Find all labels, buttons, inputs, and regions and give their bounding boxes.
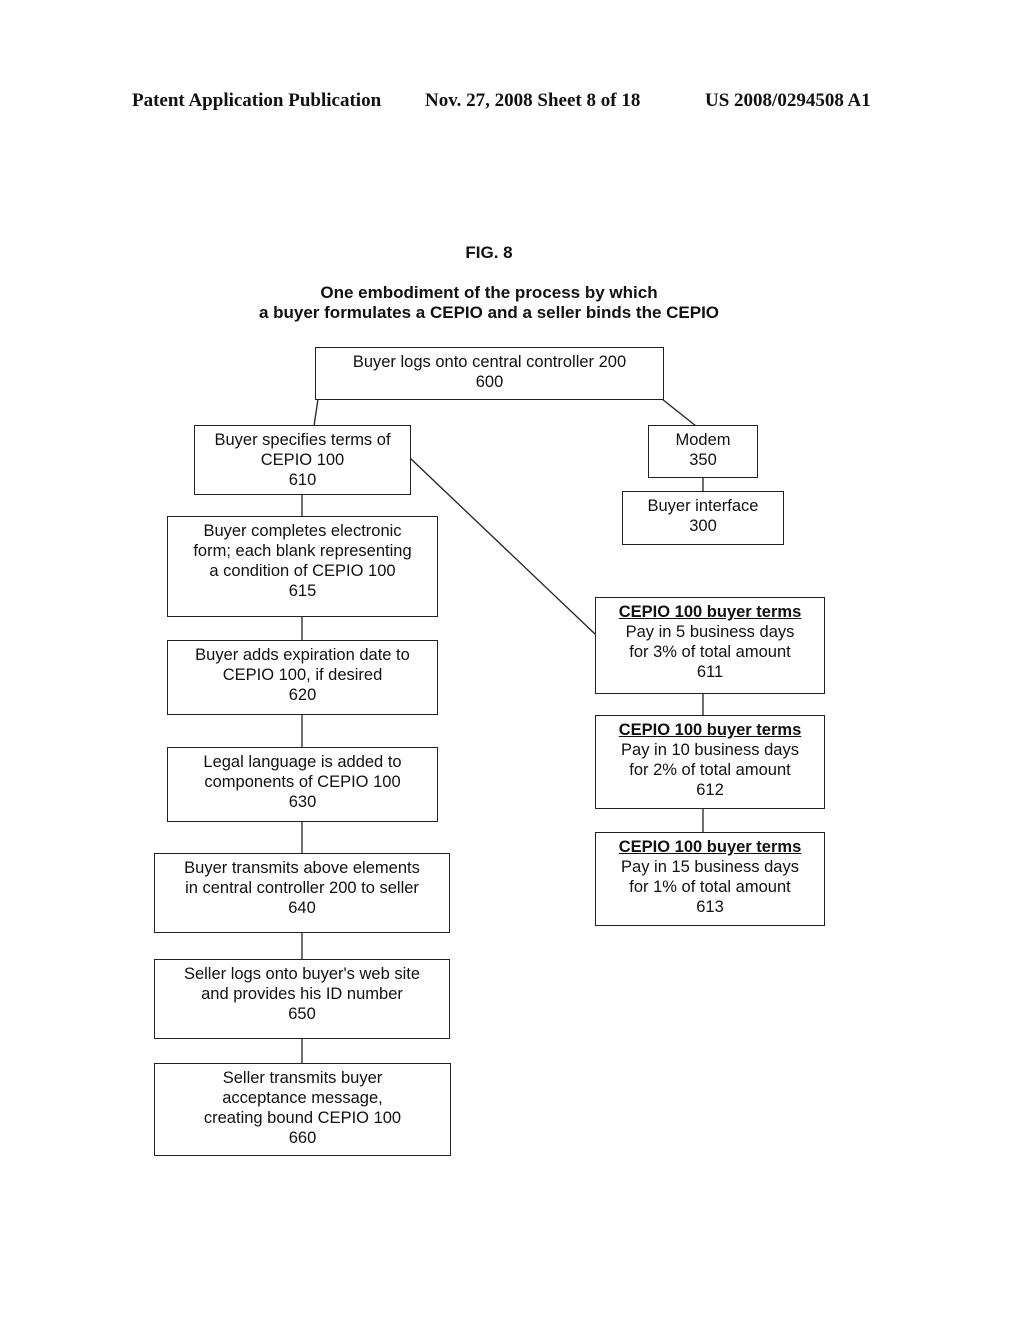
terms-612-line-2: for 2% of total amount xyxy=(629,761,791,779)
step-615-buyer-completes-form: Buyer completes electronic form; each bl… xyxy=(167,516,438,617)
step-610-ref: 610 xyxy=(288,471,317,489)
terms-611-heading: CEPIO 100 buyer terms xyxy=(618,603,802,621)
terms-611: CEPIO 100 buyer terms Pay in 5 business … xyxy=(595,597,825,694)
step-610-line-1: Buyer specifies terms of xyxy=(214,431,391,449)
terms-613-line-2: for 1% of total amount xyxy=(629,878,791,896)
step-630-line-2: components of CEPIO 100 xyxy=(204,773,401,791)
component-350-ref: 350 xyxy=(689,451,717,469)
step-660-line-1: Seller transmits buyer xyxy=(222,1069,383,1087)
step-640-line-1: Buyer transmits above elements xyxy=(184,859,420,877)
terms-612-ref: 612 xyxy=(696,781,724,799)
step-610-buyer-specifies-terms: Buyer specifies terms of CEPIO 100 610 xyxy=(194,425,411,495)
edge-600-350 xyxy=(661,398,697,427)
step-615-ref: 615 xyxy=(288,582,317,600)
step-615-line-2: form; each blank representing xyxy=(193,542,412,560)
terms-611-ref: 611 xyxy=(696,663,724,681)
step-640-buyer-transmits: Buyer transmits above elements in centra… xyxy=(154,853,450,933)
step-600-ref: 600 xyxy=(475,373,504,391)
component-350-label: Modem xyxy=(675,431,731,449)
terms-613: CEPIO 100 buyer terms Pay in 15 business… xyxy=(595,832,825,926)
step-630-legal-language-added: Legal language is added to components of… xyxy=(167,747,438,822)
step-600-buyer-logs-on: Buyer logs onto central controller 200 6… xyxy=(315,347,664,400)
component-300-buyer-interface: Buyer interface 300 xyxy=(622,491,784,545)
step-650-line-1: Seller logs onto buyer's web site xyxy=(183,965,421,983)
terms-612-line-1: Pay in 10 business days xyxy=(621,741,799,759)
step-620-buyer-adds-expiration: Buyer adds expiration date to CEPIO 100,… xyxy=(167,640,438,715)
step-610-line-2: CEPIO 100 xyxy=(260,451,345,469)
component-350-modem: Modem 350 xyxy=(648,425,758,478)
component-300-label: Buyer interface xyxy=(647,497,759,515)
terms-613-heading: CEPIO 100 buyer terms xyxy=(618,838,802,856)
edge-600-610 xyxy=(313,398,319,427)
step-630-ref: 630 xyxy=(288,793,317,811)
step-620-ref: 620 xyxy=(288,686,317,704)
step-630-line-1: Legal language is added to xyxy=(203,753,402,771)
terms-611-line-2: for 3% of total amount xyxy=(629,643,791,661)
terms-613-line-1: Pay in 15 business days xyxy=(621,858,799,876)
step-660-ref: 660 xyxy=(288,1129,317,1147)
step-660-seller-transmits-acceptance: Seller transmits buyer acceptance messag… xyxy=(154,1063,451,1156)
step-650-line-2: and provides his ID number xyxy=(201,985,403,1003)
step-650-seller-logs-on: Seller logs onto buyer's web site and pr… xyxy=(154,959,450,1039)
step-650-ref: 650 xyxy=(288,1005,316,1023)
step-660-line-2: acceptance message, xyxy=(222,1089,383,1107)
terms-612: CEPIO 100 buyer terms Pay in 10 business… xyxy=(595,715,825,809)
step-615-line-1: Buyer completes electronic xyxy=(203,522,402,540)
step-615-line-3: a condition of CEPIO 100 xyxy=(209,562,396,580)
component-300-ref: 300 xyxy=(689,517,717,535)
terms-611-line-1: Pay in 5 business days xyxy=(625,623,795,641)
step-640-ref: 640 xyxy=(288,899,316,917)
terms-612-heading: CEPIO 100 buyer terms xyxy=(618,721,802,739)
terms-613-ref: 613 xyxy=(696,898,724,916)
step-660-line-3: creating bound CEPIO 100 xyxy=(203,1109,402,1127)
step-640-line-2: in central controller 200 to seller xyxy=(185,879,419,897)
step-620-line-2: CEPIO 100, if desired xyxy=(222,666,383,684)
step-620-line-1: Buyer adds expiration date to xyxy=(195,646,410,664)
step-600-line-1: Buyer logs onto central controller 200 xyxy=(352,353,627,371)
